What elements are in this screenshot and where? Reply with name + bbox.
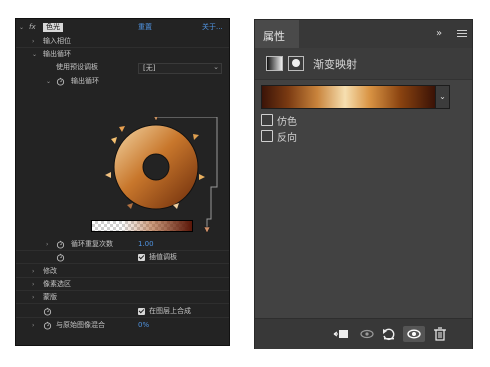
stopwatch-icon[interactable] [43,307,52,316]
panel-menu-icon[interactable] [457,30,467,38]
collapse-chevron-icon[interactable]: ⌄ [32,49,37,60]
adjustment-header: 渐变映射 [255,48,472,80]
interpolate-palette-label: 插值调板 [149,253,177,261]
input-phase-row[interactable]: › 输入相位 [16,36,229,48]
output-cycle-row[interactable]: ⌄ 输出循环 [16,49,229,60]
view-previous-state-icon[interactable] [358,327,376,341]
expand-effect-chevron-icon[interactable]: ⌄ [19,22,24,33]
effect-header-row[interactable]: ⌄ fx 色光 重置 关于... [16,22,229,33]
expand-chevron-icon[interactable]: › [32,292,34,303]
wheel-handle[interactable] [105,172,111,178]
mask-label: 蒙版 [43,293,57,301]
blend-row[interactable]: › 与原始图像混合 0% [16,320,229,331]
output-cycle-sub-label: 输出循环 [71,77,99,85]
effect-controls-panel: ⌄ fx 色光 重置 关于... › 输入相位 ⌄ 输出循环 使用预设调板 [无… [15,18,230,346]
cycle-repeat-row[interactable]: › 循环重复次数 1.00 [16,239,229,251]
expand-chevron-icon[interactable]: › [32,36,34,47]
composite-row: 在图层上合成 [16,306,229,318]
wheel-handle[interactable] [199,174,205,180]
collapse-panel-icon[interactable]: » [436,28,442,39]
cycle-repeat-label: 循环重复次数 [71,240,113,248]
fx-icon[interactable]: fx [29,22,36,33]
properties-tab-bar: 属性 » [255,20,472,48]
mask-row[interactable]: › 蒙版 [16,292,229,304]
preset-palette-select[interactable]: [无] ⌄ [138,63,222,74]
tab-properties[interactable]: 属性 [255,20,299,48]
layer-mask-icon[interactable] [288,56,304,71]
wheel-handle[interactable] [193,134,199,140]
blend-value[interactable]: 0% [138,320,149,331]
wheel-center-hole [142,153,170,181]
output-gradient-bar[interactable] [91,220,193,232]
trash-icon[interactable] [431,327,449,341]
expand-chevron-icon[interactable]: › [46,239,48,250]
stopwatch-icon[interactable] [56,77,65,86]
dither-checkbox[interactable] [261,114,273,126]
stopwatch-icon[interactable] [56,240,65,249]
composite-on-layer-label: 在图层上合成 [149,307,191,315]
composite-on-layer-checkbox[interactable] [138,308,145,315]
wheel-handle[interactable] [127,203,133,209]
wheel-handle-top[interactable] [153,117,159,122]
cycle-repeat-value[interactable]: 1.00 [138,239,154,250]
clip-to-layer-icon[interactable] [332,327,350,341]
dither-label: 仿色 [277,117,297,128]
reverse-label: 反向 [277,133,297,144]
reset-link[interactable]: 重置 [138,22,152,33]
wheel-handle[interactable] [111,137,117,144]
gradient-preview[interactable] [261,85,436,109]
gradient-map-adjustment-icon[interactable] [266,56,283,71]
about-link[interactable]: 关于... [202,22,223,33]
collapse-chevron-icon[interactable]: ⌄ [46,76,51,87]
modify-row[interactable]: › 修改 [16,266,229,278]
blend-with-original-label: 与原始图像混合 [56,321,105,329]
effect-name[interactable]: 色光 [43,23,63,32]
output-cycle-label: 输出循环 [43,50,71,58]
adjustment-title: 渐变映射 [313,58,357,71]
use-preset-row: 使用预设调板 [无] ⌄ [16,62,229,74]
expand-chevron-icon[interactable]: › [32,266,34,277]
preset-select-value: [无] [143,64,156,72]
wheel-handle[interactable] [119,126,125,132]
stopwatch-icon[interactable] [56,253,65,262]
modify-label: 修改 [43,267,57,275]
reverse-checkbox[interactable] [261,130,273,142]
interpolate-palette-checkbox[interactable] [138,254,145,261]
chevron-down-icon: ⌄ [213,63,219,71]
properties-panel: 属性 » 渐变映射 ⌄ 仿色 反向 [254,19,473,349]
gradient-end-handle[interactable] [203,226,211,234]
expand-chevron-icon[interactable]: › [32,279,34,290]
output-cycle-sub-row[interactable]: ⌄ 输出循环 [16,76,229,87]
eye-icon[interactable] [403,326,425,342]
tab-properties-label: 属性 [263,30,285,43]
input-phase-label: 输入相位 [43,37,71,45]
stopwatch-icon[interactable] [43,321,52,330]
use-preset-label: 使用预设调板 [56,63,98,71]
properties-footer [255,318,472,349]
pixel-selection-row[interactable]: › 像素选区 [16,279,229,291]
gradient-picker-chevron-icon[interactable]: ⌄ [435,85,450,109]
pixel-selection-label: 像素选区 [43,280,71,288]
expand-chevron-icon[interactable]: › [32,320,34,331]
reset-icon[interactable] [380,327,398,341]
interpolate-row: 插值调板 [16,252,229,264]
properties-body: ⌄ 仿色 反向 [255,80,472,318]
